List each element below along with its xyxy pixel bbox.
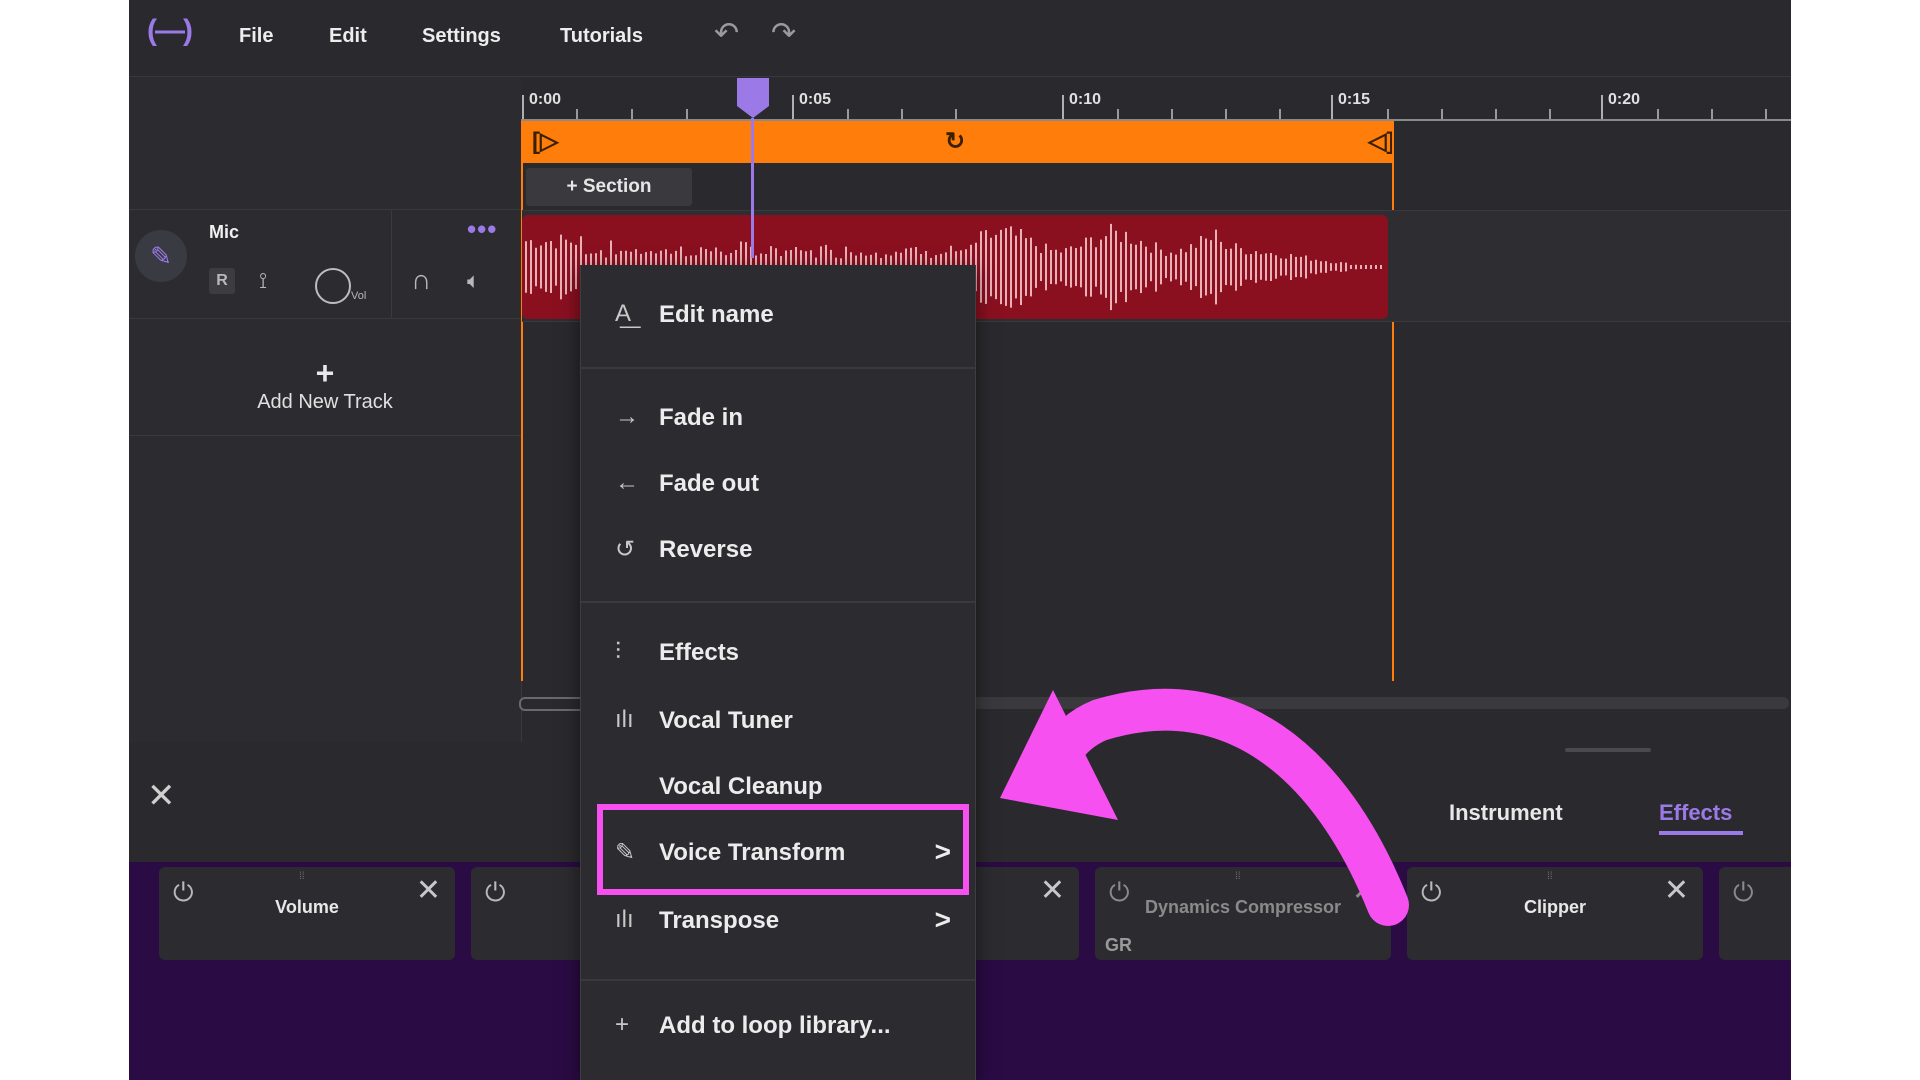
annotation-arrow bbox=[1000, 688, 1409, 926]
